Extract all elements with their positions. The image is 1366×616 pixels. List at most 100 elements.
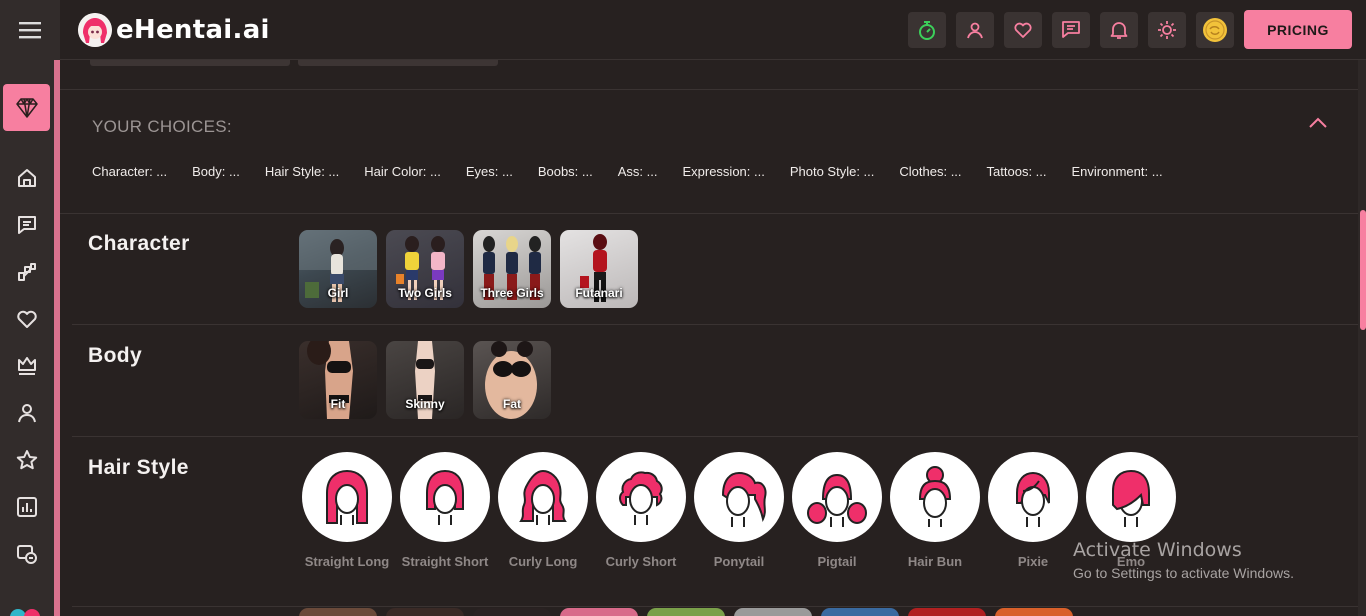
hair-option-label: Pixie <box>1017 554 1049 569</box>
page-scrollbar[interactable] <box>1358 60 1366 616</box>
user-icon <box>967 22 983 39</box>
sidebar-item-premium[interactable] <box>0 346 54 386</box>
choice-body: Body: ... <box>192 164 240 179</box>
sidebar-item-gallery[interactable] <box>0 534 54 574</box>
hair-option[interactable]: Pixie <box>984 452 1082 569</box>
choice-expression: Expression: ... <box>682 164 765 179</box>
option-tile[interactable] <box>299 608 377 616</box>
hair-emo-icon <box>1086 452 1176 542</box>
option-tile[interactable]: Two Girls <box>386 230 464 308</box>
choice-photo-style: Photo Style: ... <box>789 164 875 179</box>
divider <box>72 436 1358 437</box>
divider <box>72 606 1358 607</box>
option-tile[interactable]: Fit <box>299 341 377 419</box>
coins-button[interactable] <box>1196 12 1234 48</box>
premium-button[interactable] <box>3 84 50 131</box>
option-tile[interactable]: Futanari <box>560 230 638 308</box>
hair-option[interactable]: Pigtail <box>788 452 886 569</box>
sidebar-item-home[interactable] <box>0 158 54 198</box>
user-icon <box>18 404 36 423</box>
hair-pigtail-icon <box>792 452 882 542</box>
hair-option-label: Curly Short <box>605 554 677 569</box>
collapse-choices-button[interactable] <box>1308 116 1328 135</box>
option-label: Three Girls <box>480 286 544 300</box>
chat-icon <box>18 216 36 234</box>
diamond-icon <box>15 97 38 118</box>
chart-icon <box>17 497 37 517</box>
hair-option-label: Pigtail <box>817 554 857 569</box>
chat-icon <box>1062 21 1080 38</box>
hair-option[interactable]: Curly Long <box>494 452 592 569</box>
hair-option[interactable]: Ponytail <box>690 452 788 569</box>
star-icon <box>16 450 38 470</box>
sidebar-extra[interactable] <box>10 609 44 616</box>
crown-icon <box>18 357 36 375</box>
divider <box>72 324 1358 325</box>
option-label: Skinny <box>405 397 445 411</box>
option-tile[interactable] <box>821 608 899 616</box>
menu-button[interactable] <box>0 0 60 60</box>
scrollbar-thumb[interactable] <box>1360 210 1366 330</box>
heart-icon <box>17 310 37 328</box>
choice-clothes: Clothes: ... <box>899 164 962 179</box>
choice-tattoos: Tattoos: ... <box>986 164 1047 179</box>
theme-toggle[interactable] <box>1148 12 1186 48</box>
favorites-button[interactable] <box>1004 12 1042 48</box>
hair-option-label: Hair Bun <box>907 554 963 569</box>
gallery-icon <box>17 545 37 564</box>
option-tile[interactable]: Skinny <box>386 341 464 419</box>
hair-bun-icon <box>890 452 980 542</box>
option-tile[interactable] <box>995 608 1073 616</box>
option-tile[interactable] <box>734 608 812 616</box>
option-tile[interactable] <box>647 608 725 616</box>
sidebar-item-profile[interactable] <box>0 393 54 433</box>
section-title-hair-style: Hair Style <box>88 456 189 479</box>
divider <box>60 89 1358 90</box>
notifications-button[interactable] <box>1100 12 1138 48</box>
option-tile[interactable]: Three Girls <box>473 230 551 308</box>
logo[interactable]: eHentai.ai <box>78 12 270 48</box>
hair-straight-long-icon <box>302 452 392 542</box>
option-tile[interactable] <box>560 608 638 616</box>
option-label: Fat <box>503 397 521 411</box>
hair-option[interactable]: Hair Bun <box>886 452 984 569</box>
option-label: Two Girls <box>398 286 452 300</box>
previous-gallery-strip <box>90 60 500 66</box>
sidebar-item-top[interactable] <box>0 440 54 480</box>
pricing-button[interactable]: PRICING <box>1244 10 1352 49</box>
timer-button[interactable] <box>908 12 946 48</box>
choice-eyes: Eyes: ... <box>465 164 513 179</box>
option-tile[interactable] <box>386 608 464 616</box>
messages-button[interactable] <box>1052 12 1090 48</box>
option-tile[interactable] <box>908 608 986 616</box>
hair-option[interactable]: Emo <box>1082 452 1180 569</box>
option-label: Futanari <box>575 286 623 300</box>
choice-character: Character: ... <box>92 164 168 179</box>
hair-ponytail-icon <box>694 452 784 542</box>
profile-button[interactable] <box>956 12 994 48</box>
hair-option-label: Straight Short <box>401 554 489 569</box>
option-tile[interactable] <box>473 608 551 616</box>
hair-option[interactable]: Straight Long <box>298 452 396 569</box>
hair-straight-short-icon <box>400 452 490 542</box>
main-content: YOUR CHOICES: Character: ... Body: ... H… <box>60 60 1358 616</box>
hair-color-options-partial <box>299 608 1073 616</box>
sidebar-item-chat[interactable] <box>0 205 54 245</box>
option-tile[interactable]: Girl <box>299 230 377 308</box>
hair-option[interactable]: Straight Short <box>396 452 494 569</box>
option-label: Fit <box>330 397 346 411</box>
puzzle-icon <box>18 263 36 281</box>
your-choices-title: YOUR CHOICES: <box>92 117 232 136</box>
section-title-character: Character <box>88 232 190 255</box>
sidebar-item-stats[interactable] <box>0 487 54 527</box>
option-tile[interactable]: Fat <box>473 341 551 419</box>
choices-summary: Character: ... Body: ... Hair Style: ...… <box>92 164 1188 179</box>
hair-pixie-icon <box>988 452 1078 542</box>
choice-environment: Environment: ... <box>1071 164 1163 179</box>
hair-option-label: Ponytail <box>713 554 765 569</box>
hair-option[interactable]: Curly Short <box>592 452 690 569</box>
body-options: Fit Skinny Fat <box>299 341 551 419</box>
hair-style-options: Straight Long Straight Short Curly Long … <box>298 452 1180 569</box>
sidebar-item-generate[interactable] <box>0 252 54 292</box>
sidebar-item-favorites[interactable] <box>0 299 54 339</box>
